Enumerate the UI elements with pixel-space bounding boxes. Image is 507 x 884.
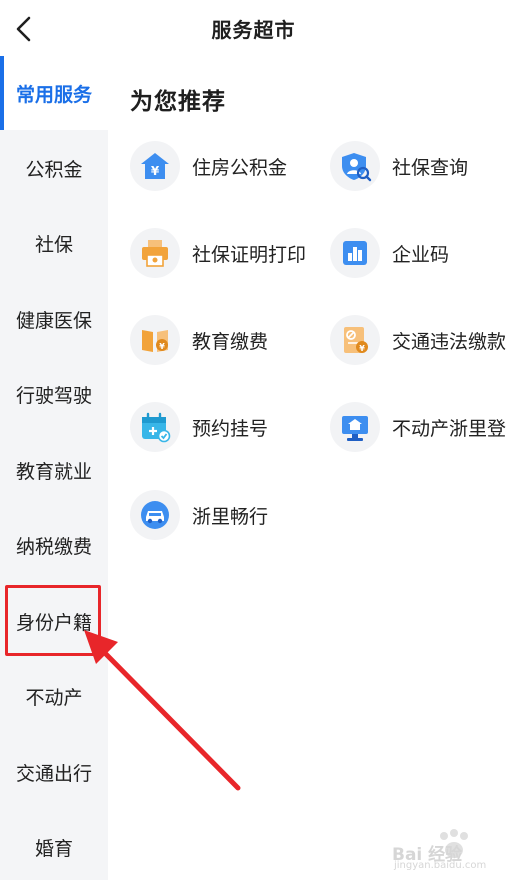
baidu-jingyan-watermark: Bai 经验 jingyan.baidu.com bbox=[382, 826, 502, 876]
watermark-subtext: jingyan.baidu.com bbox=[394, 860, 487, 871]
annotation-arrow bbox=[84, 630, 241, 791]
